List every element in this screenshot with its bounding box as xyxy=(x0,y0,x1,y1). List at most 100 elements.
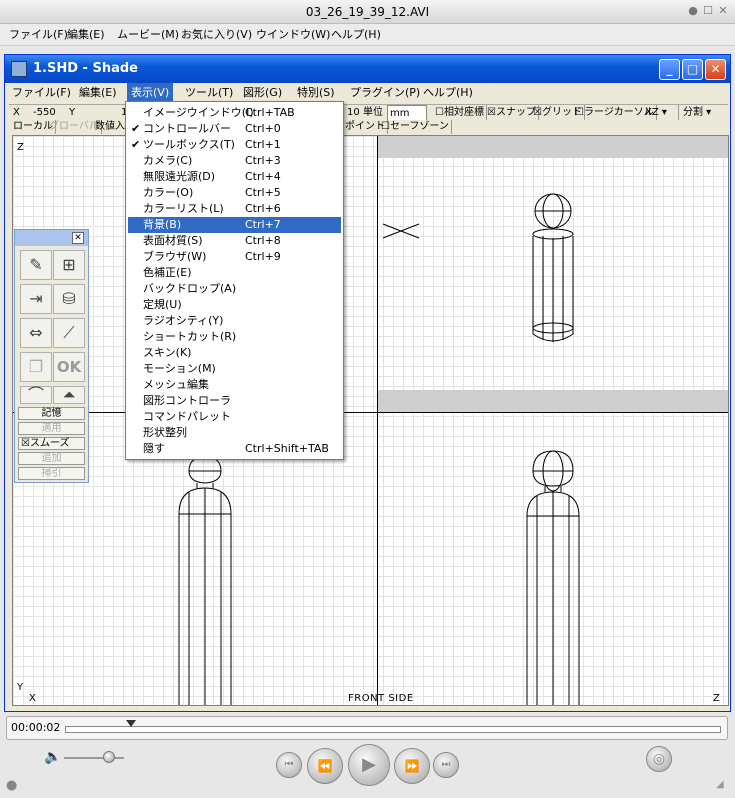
view-menu-item-label: バックドロップ(A) xyxy=(143,282,237,295)
close-icon[interactable]: ✕ xyxy=(716,4,730,18)
view-menu-item[interactable]: 表面材質(S) Ctrl+8 xyxy=(128,233,341,249)
view-menu-item[interactable]: 図形コントローラ xyxy=(128,393,341,409)
view-menu-item[interactable]: 形状整列 xyxy=(128,425,341,441)
add-button[interactable]: 追加 xyxy=(18,452,85,465)
view-menu-item-label: カメラ(C) xyxy=(143,154,193,167)
relative-coords-checkbox[interactable]: ☐相対座標 xyxy=(433,105,487,120)
view-menu-item-shortcut: Ctrl+7 xyxy=(245,218,281,231)
figure-canvas[interactable]: Z Y X FRONT SIDE Z xyxy=(12,135,729,706)
view-menu-item[interactable]: 背景(B) Ctrl+7 xyxy=(128,217,341,233)
view-menu-item[interactable]: ショートカット(R) xyxy=(128,329,341,345)
smooth-checkbox[interactable]: ☒スムーズ xyxy=(18,437,85,450)
toolbox-close-icon[interactable]: ✕ xyxy=(72,232,84,244)
shade-menu-view[interactable]: 表示(V) xyxy=(127,83,174,103)
minimize-icon[interactable]: ● xyxy=(686,4,700,18)
ok-icon[interactable]: OK xyxy=(53,352,85,382)
view-menu-item[interactable]: ブラウザ(W) Ctrl+9 xyxy=(128,249,341,265)
shade-menu-tools[interactable]: ツール(T) xyxy=(181,83,237,103)
scale-icon[interactable]: ⇔ xyxy=(20,318,52,348)
view-menu-item-label: ラジオシティ(Y) xyxy=(143,314,224,327)
view-menu-item[interactable]: 色補正(E) xyxy=(128,265,341,281)
pencil-icon[interactable]: ✎ xyxy=(20,250,52,280)
view-menu-item[interactable]: ✔ コントロールバー Ctrl+0 xyxy=(128,121,341,137)
shade-menu-file[interactable]: ファイル(F) xyxy=(8,83,75,103)
maximize-icon[interactable]: ☐ xyxy=(701,4,715,18)
player-menu-help[interactable]: ヘルプ(H) xyxy=(326,24,386,46)
player-menu-movie[interactable]: ムービー(M) xyxy=(112,24,184,46)
sweep-button[interactable]: 掃引 xyxy=(18,467,85,480)
scrub-track[interactable] xyxy=(65,726,721,733)
fast-forward-icon[interactable]: ⏩ xyxy=(394,748,430,784)
shade-menu-edit[interactable]: 編集(E) xyxy=(75,83,121,103)
view-menu-item-label: コマンドパレット xyxy=(143,410,231,423)
go-to-end-icon[interactable]: ⏭ xyxy=(433,752,459,778)
view-menu-item[interactable]: メッシュ編集 xyxy=(128,377,341,393)
view-menu-item[interactable]: イメージウインドウ(I) Ctrl+TAB xyxy=(128,105,341,121)
resize-grip-icon[interactable]: ◢ xyxy=(716,779,724,790)
memory-button[interactable]: 記憶 xyxy=(18,407,85,420)
view-menu-item[interactable]: ラジオシティ(Y) xyxy=(128,313,341,329)
volume-knob[interactable] xyxy=(103,751,115,763)
view-menu-item[interactable]: バックドロップ(A) xyxy=(128,281,341,297)
shade-menu-bar: ファイル(F) 編集(E) 表示(V) ツール(T) 図形(G) 特別(S) プ… xyxy=(5,83,730,103)
cylinder-icon[interactable]: ⛁ xyxy=(53,284,85,314)
view-menu-item-label: 表面材質(S) xyxy=(143,234,203,247)
settings-circle-icon[interactable]: ◎ xyxy=(646,746,672,772)
view-menu-item[interactable]: スキン(K) xyxy=(128,345,341,361)
play-icon[interactable]: ▶ xyxy=(348,744,390,786)
view-menu-item[interactable]: カラーリスト(L) Ctrl+6 xyxy=(128,201,341,217)
view-menu-item[interactable]: カメラ(C) Ctrl+3 xyxy=(128,153,341,169)
view-menu-item-label: ブラウザ(W) xyxy=(143,250,207,263)
apply-button[interactable]: 適用 xyxy=(18,422,85,435)
view-menu-item[interactable]: コマンドパレット xyxy=(128,409,341,425)
smooth-label: スムーズ xyxy=(29,438,70,449)
toolbox-palette: ✕ ✎ ⊞ ⇥ ⛁ ⇔ ⟋ ❐ OK ⌒ ⏶ 記憶 適用 ☒スムーズ 追加 掃引 xyxy=(14,229,89,483)
playhead-marker[interactable] xyxy=(125,720,136,727)
view-menu-item-shortcut: Ctrl+TAB xyxy=(245,106,295,119)
view-menu-item[interactable]: モーション(M) xyxy=(128,361,341,377)
volume-track[interactable] xyxy=(64,757,124,759)
snap-label: スナップ xyxy=(495,107,536,118)
shade-menu-plugin[interactable]: プラグイン(P) xyxy=(346,83,424,103)
safe-zone-checkbox[interactable]: ☐セーフゾーン xyxy=(379,120,452,134)
rewind-icon[interactable]: ⏪ xyxy=(307,748,343,784)
view-menu-item-shortcut: Ctrl+1 xyxy=(245,138,281,151)
plane-select[interactable]: XZ ▾ xyxy=(643,105,679,120)
shade-app-icon xyxy=(11,61,27,77)
z-axis-label: Z xyxy=(17,142,24,153)
wireframe-views xyxy=(178,193,580,705)
copy-icon[interactable]: ❐ xyxy=(20,352,52,382)
split-select[interactable]: 分割 ▾ xyxy=(681,105,727,120)
shade-menu-help[interactable]: ヘルプ(H) xyxy=(419,83,477,103)
player-menu-window[interactable]: ウインドウ(W) xyxy=(251,24,335,46)
view-menu-item-label: 図形コントローラ xyxy=(143,394,231,407)
hierarchy-icon[interactable]: ⊞ xyxy=(53,250,85,280)
view-menu-item[interactable]: 隠す Ctrl+Shift+TAB xyxy=(128,441,341,457)
view-menu-item[interactable]: カラー(O) Ctrl+5 xyxy=(128,185,341,201)
move-icon[interactable]: ⇥ xyxy=(20,284,52,314)
view-menu-item[interactable]: ✔ ツールボックス(T) Ctrl+1 xyxy=(128,137,341,153)
shade-close-button[interactable]: ✕ xyxy=(705,59,726,80)
view-menu-item[interactable]: 定規(U) xyxy=(128,297,341,313)
mountain-icon[interactable]: ⏶ xyxy=(53,386,85,404)
speaker-icon[interactable]: 🔈 xyxy=(44,749,61,765)
view-menu-item[interactable]: 無限遠光源(D) Ctrl+4 xyxy=(128,169,341,185)
view-menu-item-shortcut: Ctrl+3 xyxy=(245,154,281,167)
shade-maximize-button[interactable]: □ xyxy=(682,59,703,80)
shade-minimize-button[interactable]: _ xyxy=(659,59,680,80)
smooth-check-glyph: ☒ xyxy=(21,438,30,449)
player-menu-favorites[interactable]: お気に入り(V) xyxy=(176,24,257,46)
y-axis-label: Y xyxy=(17,682,24,693)
player-menu-edit[interactable]: 編集(E) xyxy=(62,24,110,46)
view-menu-item-shortcut: Ctrl+8 xyxy=(245,234,281,247)
shade-menu-special[interactable]: 特別(S) xyxy=(293,83,339,103)
plane-value: XZ xyxy=(645,107,659,118)
go-to-start-icon[interactable]: ⏮ xyxy=(276,752,302,778)
mode-bar: ローカル グローバル 数値入力 ポイント ☐セーフゾーン xyxy=(9,120,728,135)
flat-icon[interactable]: ⌒ xyxy=(20,386,52,404)
player-menu-bar: ファイル(F) 編集(E) ムービー(M) お気に入り(V) ウインドウ(W) … xyxy=(0,24,735,46)
line-icon[interactable]: ⟋ xyxy=(53,318,85,348)
shade-menu-shapes[interactable]: 図形(G) xyxy=(239,83,286,103)
y-label: Y xyxy=(69,107,76,118)
z-axis-right-label: Z xyxy=(713,693,720,704)
